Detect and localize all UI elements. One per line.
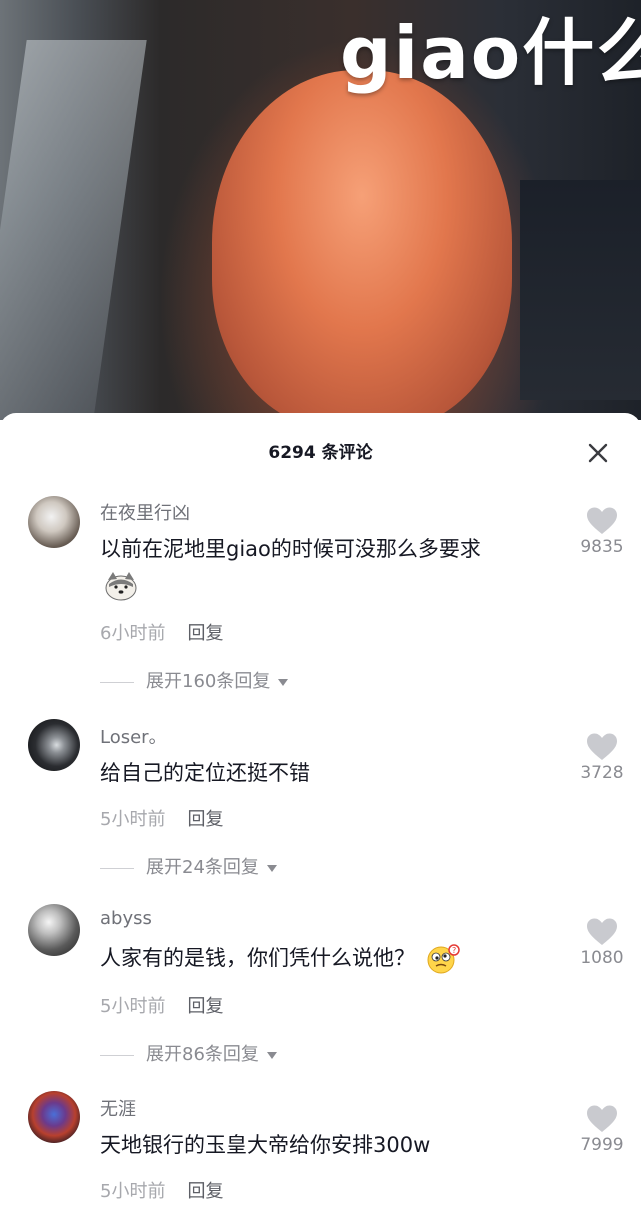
expand-replies-button[interactable]: 展开86条回复: [100, 1040, 277, 1066]
video-player[interactable]: giao什么: [0, 0, 641, 420]
heart-icon: [587, 733, 617, 760]
expand-replies-label: 展开86条回复: [146, 1044, 259, 1065]
comment-time: 6小时前: [100, 623, 166, 644]
car-interior: [520, 180, 641, 400]
expand-replies-button[interactable]: 展开160条回复: [100, 667, 289, 693]
comment-count-title: 6294 条评论: [268, 443, 373, 463]
avatar[interactable]: [28, 719, 80, 771]
avatar[interactable]: [28, 496, 80, 548]
like-button[interactable]: 7999: [570, 1105, 634, 1155]
comment-item: 无涯 天地银行的玉皇大帝给你安排300w 5小时前 回复 7999: [0, 1091, 641, 1209]
car-window: [0, 40, 147, 420]
comment-username[interactable]: Loser。: [100, 723, 167, 749]
comment-item: 在夜里行凶 以前在泥地里giao的时候可没那么多要求 6小时前 回复 展开160条…: [0, 495, 641, 700]
expand-replies-label: 展开24条回复: [146, 857, 259, 878]
dizzy-confused-emoji-icon: ?: [426, 944, 460, 974]
comment-text: 给自己的定位还挺不错: [100, 755, 550, 791]
heart-icon: [587, 918, 617, 945]
divider-dash: [100, 681, 134, 683]
expand-replies-button[interactable]: 展开24条回复: [100, 853, 277, 879]
comment-username[interactable]: 在夜里行凶: [100, 499, 190, 525]
comment-item: abyss 人家有的是钱，你们凭什么说他？ ? 5小时前回复 展开86条回复: [0, 904, 641, 1074]
comment-text-body: 人家有的是钱，你们凭什么说他？: [100, 946, 415, 970]
comment-meta: 6小时前 回复: [100, 619, 223, 645]
comment-meta: 5小时前 回复: [100, 1177, 223, 1203]
reply-button[interactable]: 回复: [187, 623, 223, 644]
like-count: 3728: [580, 763, 624, 783]
reply-button[interactable]: 回复: [187, 996, 223, 1017]
like-button[interactable]: 3728: [570, 733, 634, 783]
comment-text: 以前在泥地里giao的时候可没那么多要求: [100, 531, 550, 603]
expand-replies-label: 展开160条回复: [146, 671, 271, 692]
chevron-down-icon: [278, 678, 289, 686]
comment-username[interactable]: 无涯: [100, 1095, 136, 1121]
like-button[interactable]: 9835: [570, 507, 634, 557]
chevron-down-icon: [266, 1051, 277, 1059]
like-count: 1080: [580, 948, 624, 968]
reply-button[interactable]: 回复: [187, 1181, 223, 1202]
comment-text-body: 以前在泥地里giao的时候可没那么多要求: [100, 537, 481, 561]
like-count: 7999: [580, 1135, 624, 1155]
avatar[interactable]: [28, 904, 80, 956]
divider-dash: [100, 1054, 134, 1056]
comment-time: 5小时前: [100, 1181, 166, 1202]
comment-meta: 5小时前 回复: [100, 805, 223, 831]
comment-item: Loser。 给自己的定位还挺不错 5小时前 回复 展开24条回复 3728: [0, 719, 641, 889]
avatar[interactable]: [28, 1091, 80, 1143]
divider-dash: [100, 867, 134, 869]
comments-header: 6294 条评论: [0, 413, 641, 483]
like-button[interactable]: 1080: [570, 918, 634, 968]
svg-text:?: ?: [452, 946, 456, 955]
comment-username[interactable]: abyss: [100, 908, 152, 929]
comment-text-body: 天地银行的玉皇大帝给你安排300w: [100, 1133, 431, 1157]
doge-emoji-icon: [104, 571, 137, 601]
chevron-down-icon: [266, 864, 277, 872]
like-count: 9835: [580, 537, 624, 557]
close-icon[interactable]: [584, 439, 612, 467]
heart-icon: [587, 1105, 617, 1132]
comment-meta: 5小时前 回复: [100, 992, 223, 1018]
comment-text-body: 给自己的定位还挺不错: [100, 761, 310, 785]
comment-time: 5小时前: [100, 996, 166, 1017]
heart-icon: [587, 507, 617, 534]
comments-panel: 6294 条评论 在夜里行凶 以前在泥地里giao的时候可没那么多要求 6小时前…: [0, 413, 641, 1212]
comment-text: 人家有的是钱，你们凭什么说他？ ?: [100, 940, 550, 976]
reply-button[interactable]: 回复: [187, 809, 223, 830]
comment-time: 5小时前: [100, 809, 166, 830]
person-face: [212, 70, 512, 420]
video-caption: giao什么: [340, 11, 641, 95]
comment-text: 天地银行的玉皇大帝给你安排300w: [100, 1127, 550, 1163]
